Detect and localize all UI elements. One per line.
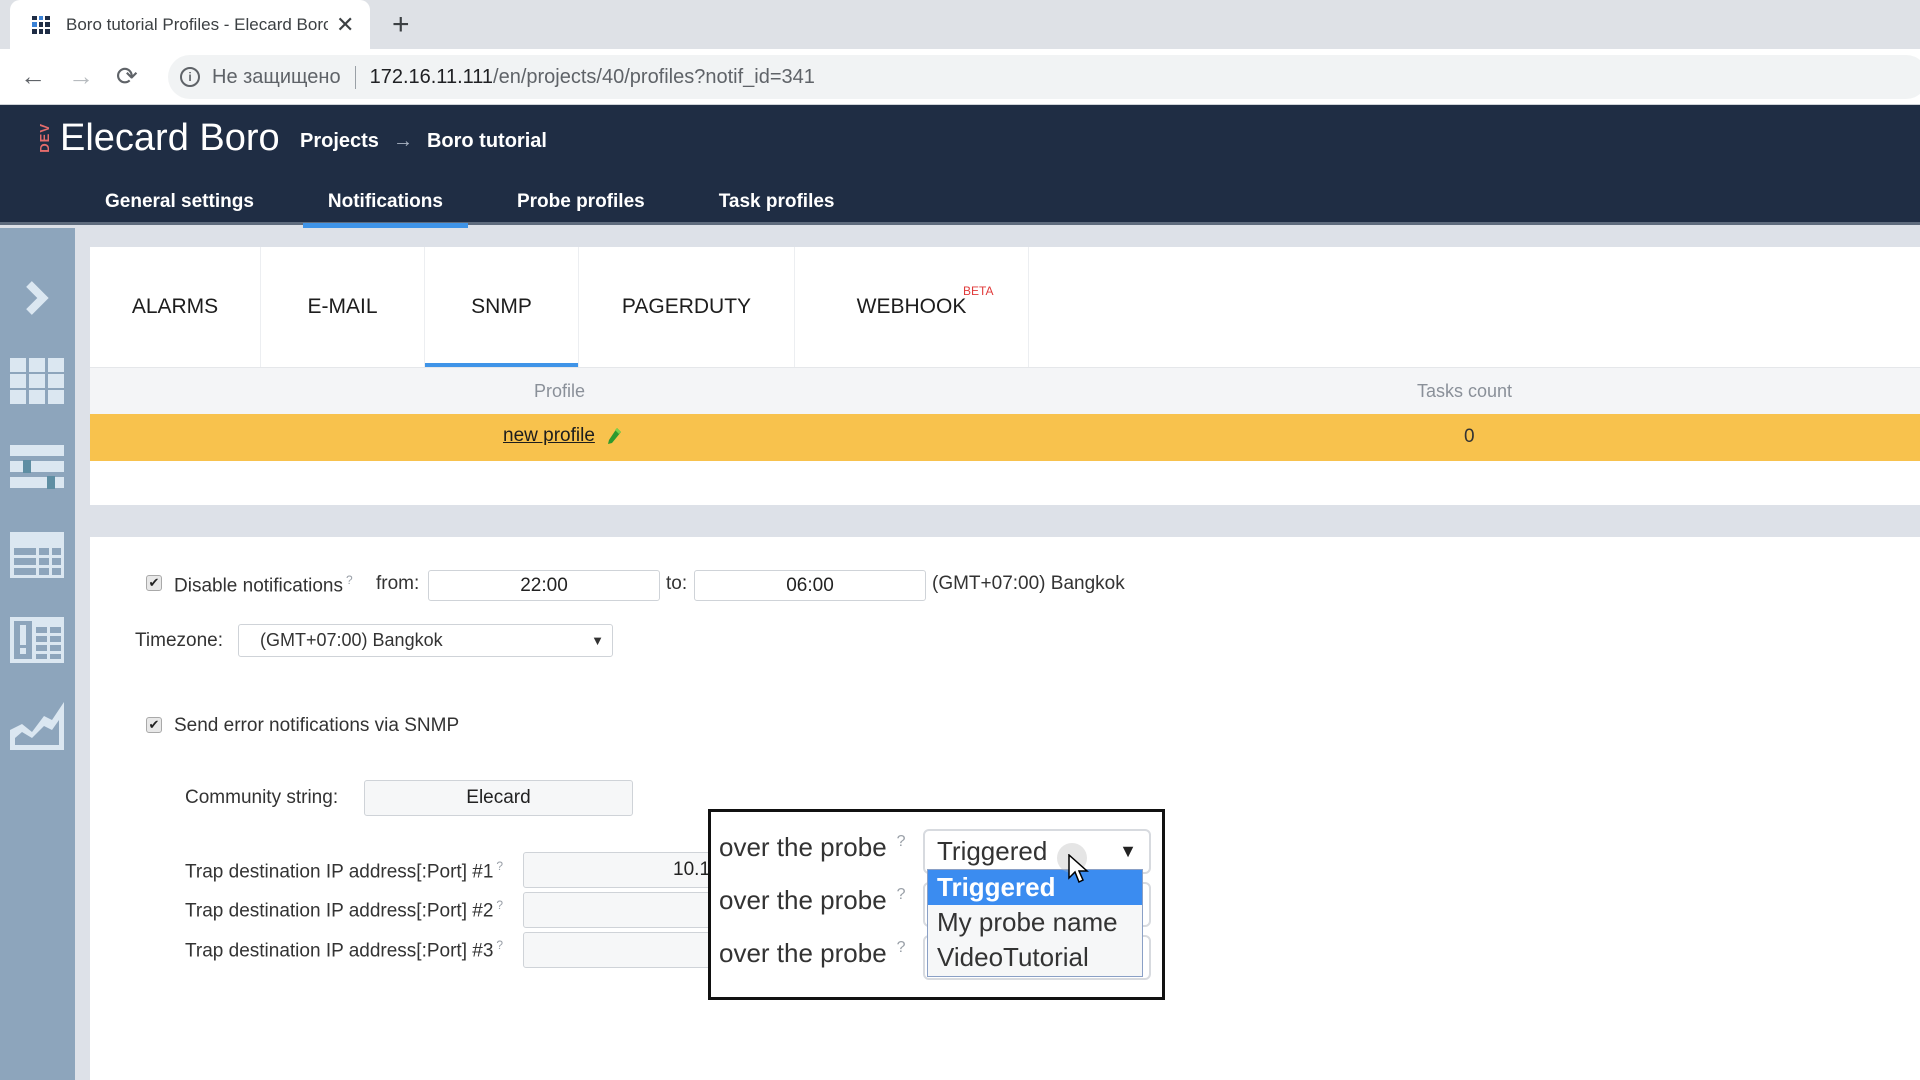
dashboard-grid-icon[interactable] [8, 356, 66, 406]
timezone-value: (GMT+07:00) Bangkok [260, 630, 443, 650]
tasks-count: 0 [1464, 426, 1475, 447]
help-icon[interactable]: ? [346, 573, 353, 587]
tab-label: E-MAIL [307, 295, 378, 318]
chevron-down-icon: ▼ [591, 633, 604, 648]
charts-icon[interactable] [8, 700, 66, 750]
sidebar [0, 228, 75, 1080]
community-label: Community string: [185, 787, 339, 808]
probe-label-3: over the probe? [719, 938, 906, 969]
app-header: DEV Elecard Boro Projects → Boro tutoria… [0, 105, 1920, 228]
security-label: Не защищено [212, 65, 356, 89]
tab-pagerduty[interactable]: PAGERDUTY [579, 247, 795, 367]
timezone-select[interactable]: (GMT+07:00) Bangkok ▼ [238, 624, 613, 657]
from-label: from: [376, 573, 420, 594]
browser-tab[interactable]: Boro tutorial Profiles - Elecard Boro ✕ [10, 0, 370, 49]
help-icon[interactable]: ? [897, 939, 906, 956]
column-tasks-count[interactable]: Tasks count [1417, 381, 1512, 402]
dropdown-option[interactable]: Triggered [928, 870, 1142, 905]
info-icon[interactable]: i [180, 67, 200, 87]
disable-notifications-label: Disable notifications? [174, 573, 353, 597]
reload-button[interactable]: ⟳ [116, 61, 138, 92]
help-icon[interactable]: ? [496, 859, 503, 873]
tab-label: ALARMS [131, 295, 219, 318]
to-time-input[interactable] [694, 570, 926, 601]
timezone-note: (GMT+07:00) Bangkok [932, 573, 1125, 594]
to-label: to: [666, 573, 688, 594]
probe-select-1[interactable]: Triggered ▼ [923, 829, 1151, 874]
label-text: over the probe [719, 885, 887, 915]
address-bar[interactable]: i Не защищено 172.16.11.111/en/projects/… [168, 55, 1920, 99]
nav-general-settings[interactable]: General settings [80, 179, 279, 225]
from-time-input[interactable] [428, 570, 660, 601]
favicon-icon [32, 15, 50, 34]
help-icon[interactable]: ? [496, 938, 503, 952]
help-icon[interactable]: ? [496, 898, 503, 912]
help-icon[interactable]: ? [897, 833, 906, 850]
dropdown-option[interactable]: My probe name [928, 905, 1142, 940]
chevron-down-icon: ▼ [1119, 841, 1137, 861]
zoom-overlay: over the probe? over the probe? over the… [708, 809, 1165, 1000]
help-icon[interactable]: ? [897, 886, 906, 903]
select-value: Triggered [937, 836, 1048, 866]
nav-task-profiles[interactable]: Task profiles [694, 179, 860, 225]
dropdown-option[interactable]: VideoTutorial [928, 940, 1142, 975]
env-badge: DEV [37, 123, 52, 153]
url-host: 172.16.11.111 [369, 65, 494, 88]
tasks-table-icon[interactable] [8, 530, 66, 580]
nav-notifications[interactable]: Notifications [302, 179, 469, 228]
arrow-right-icon: → [392, 130, 413, 152]
breadcrumb-project[interactable]: Boro tutorial [427, 130, 547, 153]
trap-label-2: Trap destination IP address[:Port] #2? [185, 898, 503, 922]
probes-icon[interactable] [8, 443, 66, 493]
browser-tabstrip: Boro tutorial Profiles - Elecard Boro ✕ … [0, 0, 1920, 49]
close-tab-icon[interactable]: ✕ [336, 12, 354, 38]
label-text: Trap destination IP address[:Port] #1 [185, 861, 494, 883]
table-row[interactable]: new profile 0 [90, 414, 1920, 461]
trap-label-3: Trap destination IP address[:Port] #3? [185, 938, 503, 962]
label-text: Disable notifications [174, 575, 343, 597]
beta-badge: BETA [963, 284, 994, 298]
disable-notifications-checkbox[interactable]: ✔ [146, 575, 162, 591]
tab-webhook[interactable]: WEBHOOK BETA [795, 247, 1029, 367]
breadcrumb-projects[interactable]: Projects [300, 130, 379, 153]
label-text: over the probe [719, 832, 887, 862]
send-snmp-checkbox[interactable]: ✔ [146, 717, 162, 733]
back-button[interactable]: ← [20, 61, 46, 92]
notification-tabs: ALARMS E-MAIL SNMP PAGERDUTY WEBHOOK BETA [90, 247, 1029, 369]
label-text: Trap destination IP address[:Port] #3 [185, 940, 494, 962]
probe-label-1: over the probe? [719, 832, 906, 863]
send-snmp-label: Send error notifications via SNMP [174, 715, 460, 736]
community-input[interactable] [364, 780, 633, 816]
tab-label: WEBHOOK [856, 295, 967, 318]
browser-toolbar: ← → ⟳ i Не защищено 172.16.11.111/en/pro… [0, 49, 1920, 105]
tab-label: SNMP [471, 295, 532, 318]
brand-logo[interactable]: Elecard Boro [60, 117, 280, 160]
tab-title: Boro tutorial Profiles - Elecard Boro [66, 14, 328, 34]
nav-probe-profiles[interactable]: Probe profiles [492, 179, 670, 225]
breadcrumb: Projects → Boro tutorial [300, 130, 547, 153]
notifications-card: ALARMS E-MAIL SNMP PAGERDUTY WEBHOOK BETA… [90, 247, 1920, 505]
timezone-label: Timezone: [135, 630, 223, 651]
label-text: Trap destination IP address[:Port] #2 [185, 900, 494, 922]
profile-link[interactable]: new profile [503, 425, 595, 447]
table-header: Profile Tasks count [90, 367, 1920, 414]
mouse-cursor-icon [1068, 854, 1089, 884]
probe-label-2: over the probe? [719, 885, 906, 916]
expand-icon[interactable] [8, 273, 66, 323]
tab-email[interactable]: E-MAIL [261, 247, 425, 367]
pencil-icon[interactable] [608, 427, 622, 445]
url-path: /en/projects/40/profiles?notif_id=341 [493, 65, 815, 88]
new-tab-button[interactable]: + [392, 8, 410, 42]
tab-label: PAGERDUTY [621, 295, 752, 318]
tab-snmp[interactable]: SNMP [425, 247, 579, 369]
alarms-table-icon[interactable] [8, 615, 66, 665]
probe-dropdown-list: Triggered My probe name VideoTutorial [927, 869, 1143, 977]
tab-alarms[interactable]: ALARMS [90, 247, 261, 367]
forward-button[interactable]: → [68, 61, 94, 92]
column-profile[interactable]: Profile [534, 381, 585, 402]
label-text: over the probe [719, 938, 887, 968]
main-nav: General settings Notifications Probe pro… [80, 179, 884, 228]
trap-label-1: Trap destination IP address[:Port] #1? [185, 859, 503, 883]
